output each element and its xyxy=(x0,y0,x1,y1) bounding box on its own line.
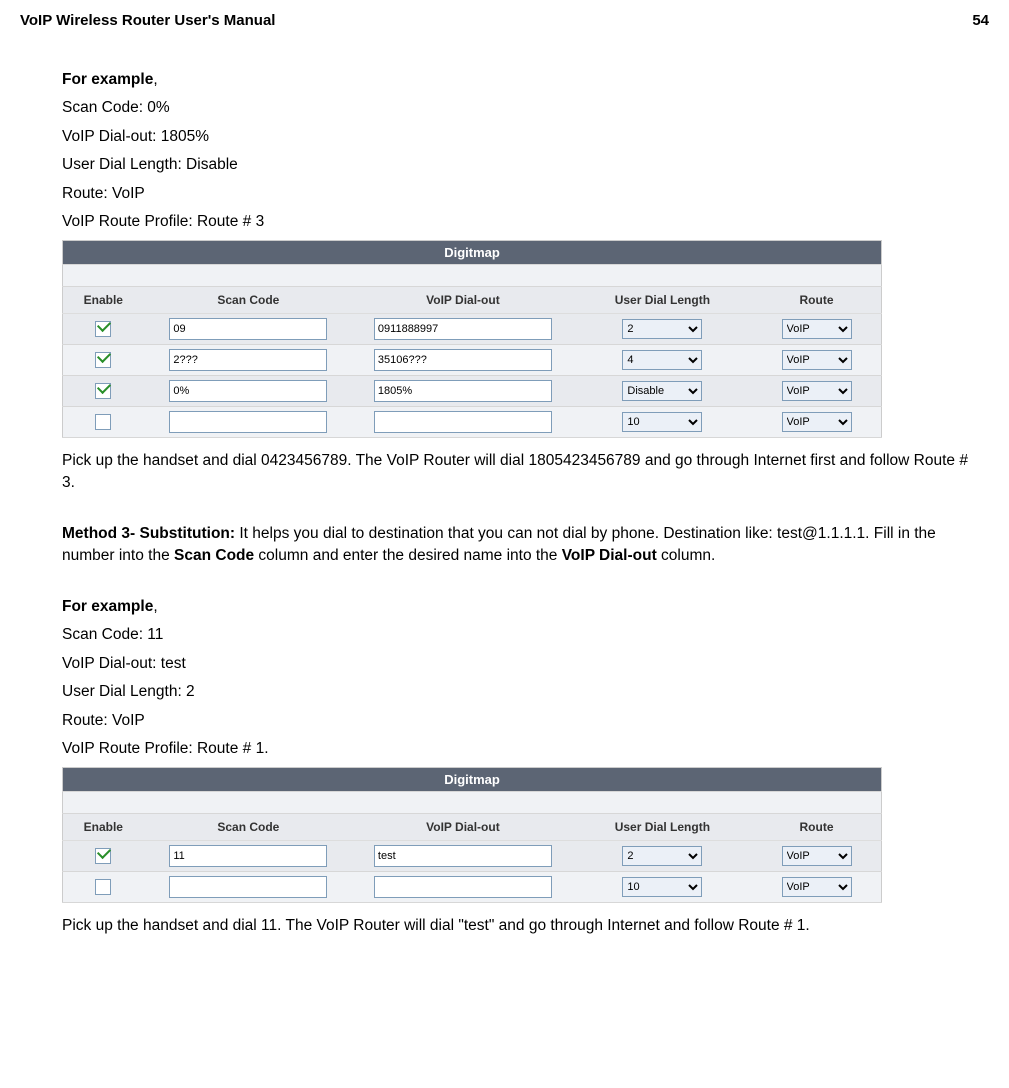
example1-line-2: User Dial Length: Disable xyxy=(62,154,969,176)
digitmap-table-2: Digitmap Enable Scan Code VoIP Dial-out … xyxy=(62,767,882,903)
route-select[interactable]: VoIP xyxy=(782,846,852,866)
user-dial-length-select[interactable]: 4 xyxy=(622,350,702,370)
table-row: 10 VoIP xyxy=(63,406,882,437)
voip-dialout-input[interactable] xyxy=(374,349,552,371)
table-row: Disable VoIP xyxy=(63,375,882,406)
th-len: User Dial Length xyxy=(573,286,752,313)
example2-line-2: User Dial Length: 2 xyxy=(62,681,969,703)
route-select[interactable]: VoIP xyxy=(782,877,852,897)
method3-b1: Scan Code xyxy=(174,547,254,564)
th-scan: Scan Code xyxy=(144,286,354,313)
scan-code-input[interactable] xyxy=(169,349,327,371)
method3-b2: VoIP Dial-out xyxy=(562,547,657,564)
th-enable: Enable xyxy=(63,286,144,313)
table1-title: Digitmap xyxy=(63,240,882,264)
voip-dialout-input[interactable] xyxy=(374,876,552,898)
voip-dialout-input[interactable] xyxy=(374,318,552,340)
enable-checkbox[interactable] xyxy=(95,414,111,430)
route-select[interactable]: VoIP xyxy=(782,319,852,339)
table-row: 2 VoIP xyxy=(63,313,882,344)
user-dial-length-select[interactable]: 2 xyxy=(622,846,702,866)
route-select[interactable]: VoIP xyxy=(782,412,852,432)
route-select[interactable]: VoIP xyxy=(782,350,852,370)
table2-title: Digitmap xyxy=(63,767,882,791)
scan-code-input[interactable] xyxy=(169,845,327,867)
page-number: 54 xyxy=(972,12,989,29)
th-dial: VoIP Dial-out xyxy=(353,286,573,313)
th-route: Route xyxy=(752,286,881,313)
route-select[interactable]: VoIP xyxy=(782,381,852,401)
example2-line-0: Scan Code: 11 xyxy=(62,624,969,646)
th-scan: Scan Code xyxy=(144,813,354,840)
example1-line-1: VoIP Dial-out: 1805% xyxy=(62,126,969,148)
enable-checkbox[interactable] xyxy=(95,321,111,337)
example1-title: For example xyxy=(62,71,153,88)
table-row: 10 VoIP xyxy=(63,871,882,902)
enable-checkbox[interactable] xyxy=(95,383,111,399)
example1-line-4: VoIP Route Profile: Route # 3 xyxy=(62,211,969,233)
user-dial-length-select[interactable]: 2 xyxy=(622,319,702,339)
enable-checkbox[interactable] xyxy=(95,848,111,864)
user-dial-length-select[interactable]: 10 xyxy=(622,412,702,432)
method3-label: Method 3- Substitution: xyxy=(62,525,235,542)
th-enable: Enable xyxy=(63,813,144,840)
paragraph-1: Pick up the handset and dial 0423456789.… xyxy=(62,450,969,495)
scan-code-input[interactable] xyxy=(169,318,327,340)
table-row: 4 VoIP xyxy=(63,344,882,375)
example2-line-1: VoIP Dial-out: test xyxy=(62,653,969,675)
example1-line-0: Scan Code: 0% xyxy=(62,97,969,119)
th-dial: VoIP Dial-out xyxy=(353,813,573,840)
user-dial-length-select[interactable]: Disable xyxy=(622,381,702,401)
th-route: Route xyxy=(752,813,881,840)
enable-checkbox[interactable] xyxy=(95,352,111,368)
scan-code-input[interactable] xyxy=(169,876,327,898)
page-header-left: VoIP Wireless Router User's Manual xyxy=(20,12,275,29)
example2-line-3: Route: VoIP xyxy=(62,710,969,732)
digitmap-table-1: Digitmap Enable Scan Code VoIP Dial-out … xyxy=(62,240,882,438)
method3-text-b: column and enter the desired name into t… xyxy=(254,547,562,564)
paragraph-2: Pick up the handset and dial 11. The VoI… xyxy=(62,915,969,937)
scan-code-input[interactable] xyxy=(169,411,327,433)
enable-checkbox[interactable] xyxy=(95,879,111,895)
example2-title: For example xyxy=(62,598,153,615)
user-dial-length-select[interactable]: 10 xyxy=(622,877,702,897)
table-row: 2 VoIP xyxy=(63,840,882,871)
method3-text-c: column. xyxy=(657,547,716,564)
voip-dialout-input[interactable] xyxy=(374,380,552,402)
example2-line-4: VoIP Route Profile: Route # 1. xyxy=(62,738,969,760)
scan-code-input[interactable] xyxy=(169,380,327,402)
voip-dialout-input[interactable] xyxy=(374,845,552,867)
voip-dialout-input[interactable] xyxy=(374,411,552,433)
th-len: User Dial Length xyxy=(573,813,752,840)
example1-line-3: Route: VoIP xyxy=(62,183,969,205)
